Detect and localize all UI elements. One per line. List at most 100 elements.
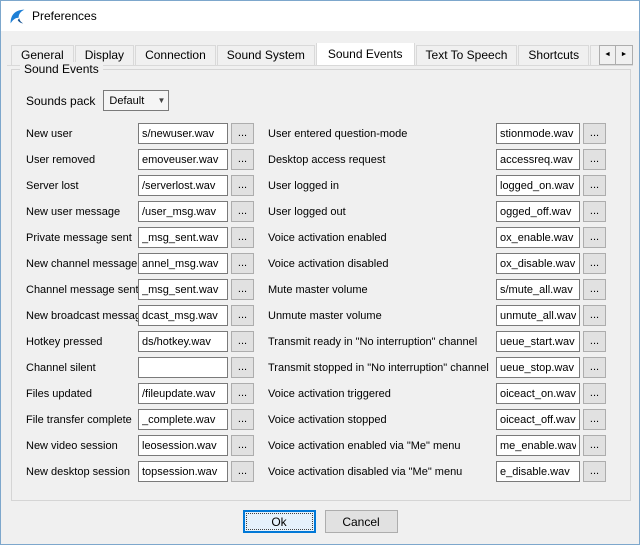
sound-file-input[interactable] — [496, 279, 580, 300]
sound-event-row: Private message sent... — [26, 227, 254, 248]
browse-button[interactable]: ... — [231, 123, 254, 144]
sound-event-label: File transfer complete — [26, 414, 138, 426]
sound-file-input[interactable] — [496, 123, 580, 144]
browse-button[interactable]: ... — [231, 227, 254, 248]
sound-file-input[interactable] — [138, 253, 228, 274]
tab-text-to-speech[interactable]: Text To Speech — [416, 45, 518, 65]
sound-event-label: Private message sent — [26, 232, 138, 244]
browse-button[interactable]: ... — [231, 435, 254, 456]
browse-button[interactable]: ... — [583, 461, 606, 482]
sound-event-label: Voice activation enabled via "Me" menu — [268, 440, 496, 452]
sound-file-input[interactable] — [138, 175, 228, 196]
browse-button[interactable]: ... — [583, 279, 606, 300]
sound-event-row: Voice activation disabled... — [268, 253, 606, 274]
browse-button[interactable]: ... — [583, 253, 606, 274]
sound-event-label: Channel silent — [26, 362, 138, 374]
sound-event-row: Channel silent... — [26, 357, 254, 378]
sound-file-input[interactable] — [138, 331, 228, 352]
browse-button[interactable]: ... — [583, 331, 606, 352]
browse-button[interactable]: ... — [231, 461, 254, 482]
sound-event-label: New video session — [26, 440, 138, 452]
sound-file-input[interactable] — [496, 435, 580, 456]
browse-button[interactable]: ... — [583, 149, 606, 170]
sound-events-group: Sound Events Sounds pack Default ▼ New u… — [11, 69, 631, 501]
sound-event-label: Files updated — [26, 388, 138, 400]
tab-scroll-right-icon[interactable]: ► — [616, 45, 633, 65]
sound-event-label: Server lost — [26, 180, 138, 192]
browse-button[interactable]: ... — [583, 357, 606, 378]
browse-button[interactable]: ... — [583, 383, 606, 404]
browse-button[interactable]: ... — [583, 409, 606, 430]
ok-button[interactable]: Ok — [243, 510, 316, 533]
browse-button[interactable]: ... — [231, 149, 254, 170]
sound-file-input[interactable] — [496, 383, 580, 404]
tab-sound-system[interactable]: Sound System — [217, 45, 315, 65]
sound-file-input[interactable] — [496, 461, 580, 482]
cancel-button[interactable]: Cancel — [325, 510, 398, 533]
sound-event-row: New user message... — [26, 201, 254, 222]
sound-file-input[interactable] — [496, 409, 580, 430]
sound-event-row: New channel message... — [26, 253, 254, 274]
tab-sound-events[interactable]: Sound Events — [316, 43, 415, 66]
app-icon — [9, 8, 26, 25]
browse-button[interactable]: ... — [583, 435, 606, 456]
sound-file-input[interactable] — [138, 357, 228, 378]
sound-file-input[interactable] — [496, 253, 580, 274]
sound-file-input[interactable] — [138, 461, 228, 482]
sound-file-input[interactable] — [496, 149, 580, 170]
browse-button[interactable]: ... — [231, 305, 254, 326]
sound-event-row: User logged in... — [268, 175, 606, 196]
browse-button[interactable]: ... — [583, 175, 606, 196]
browse-button[interactable]: ... — [583, 201, 606, 222]
sound-event-label: New user — [26, 128, 138, 140]
browse-button[interactable]: ... — [583, 123, 606, 144]
sound-file-input[interactable] — [138, 409, 228, 430]
sound-event-row: Voice activation enabled via "Me" menu..… — [268, 435, 606, 456]
sound-event-label: Voice activation disabled — [268, 258, 496, 270]
browse-button[interactable]: ... — [231, 175, 254, 196]
sound-file-input[interactable] — [496, 305, 580, 326]
sound-event-label: User removed — [26, 154, 138, 166]
sound-file-input[interactable] — [138, 123, 228, 144]
sound-event-label: Desktop access request — [268, 154, 496, 166]
sound-file-input[interactable] — [138, 279, 228, 300]
browse-button[interactable]: ... — [231, 279, 254, 300]
group-title: Sound Events — [20, 62, 103, 76]
sound-event-row: Hotkey pressed... — [26, 331, 254, 352]
sound-event-row: Desktop access request... — [268, 149, 606, 170]
sound-event-row: Transmit ready in "No interruption" chan… — [268, 331, 606, 352]
sound-file-input[interactable] — [138, 227, 228, 248]
sound-events-left-column: New user... User removed... Server lost...… — [26, 123, 254, 487]
sound-file-input[interactable] — [496, 227, 580, 248]
dialog-buttons: Ok Cancel — [1, 510, 639, 533]
browse-button[interactable]: ... — [231, 409, 254, 430]
sound-event-row: New desktop session... — [26, 461, 254, 482]
sound-file-input[interactable] — [496, 357, 580, 378]
browse-button[interactable]: ... — [583, 227, 606, 248]
browse-button[interactable]: ... — [583, 305, 606, 326]
sound-event-row: New video session... — [26, 435, 254, 456]
sound-event-label: Voice activation stopped — [268, 414, 496, 426]
tab-connection[interactable]: Connection — [135, 45, 216, 65]
sound-event-row: Transmit stopped in "No interruption" ch… — [268, 357, 606, 378]
browse-button[interactable]: ... — [231, 383, 254, 404]
sound-file-input[interactable] — [496, 201, 580, 222]
browse-button[interactable]: ... — [231, 253, 254, 274]
sound-file-input[interactable] — [496, 175, 580, 196]
browse-button[interactable]: ... — [231, 331, 254, 352]
sound-file-input[interactable] — [138, 149, 228, 170]
sound-file-input[interactable] — [496, 331, 580, 352]
sound-file-input[interactable] — [138, 435, 228, 456]
preferences-window: Preferences GeneralDisplayConnectionSoun… — [0, 0, 640, 545]
sound-event-row: Channel message sent... — [26, 279, 254, 300]
tab-shortcuts[interactable]: Shortcuts — [518, 45, 589, 65]
sound-file-input[interactable] — [138, 305, 228, 326]
sound-file-input[interactable] — [138, 383, 228, 404]
browse-button[interactable]: ... — [231, 201, 254, 222]
tab-scroll-left-icon[interactable]: ◄ — [599, 45, 616, 65]
browse-button[interactable]: ... — [231, 357, 254, 378]
sounds-pack-select[interactable]: Default ▼ — [103, 90, 169, 111]
chevron-down-icon: ▼ — [157, 96, 165, 105]
sound-file-input[interactable] — [138, 201, 228, 222]
sound-event-label: User entered question-mode — [268, 128, 496, 140]
